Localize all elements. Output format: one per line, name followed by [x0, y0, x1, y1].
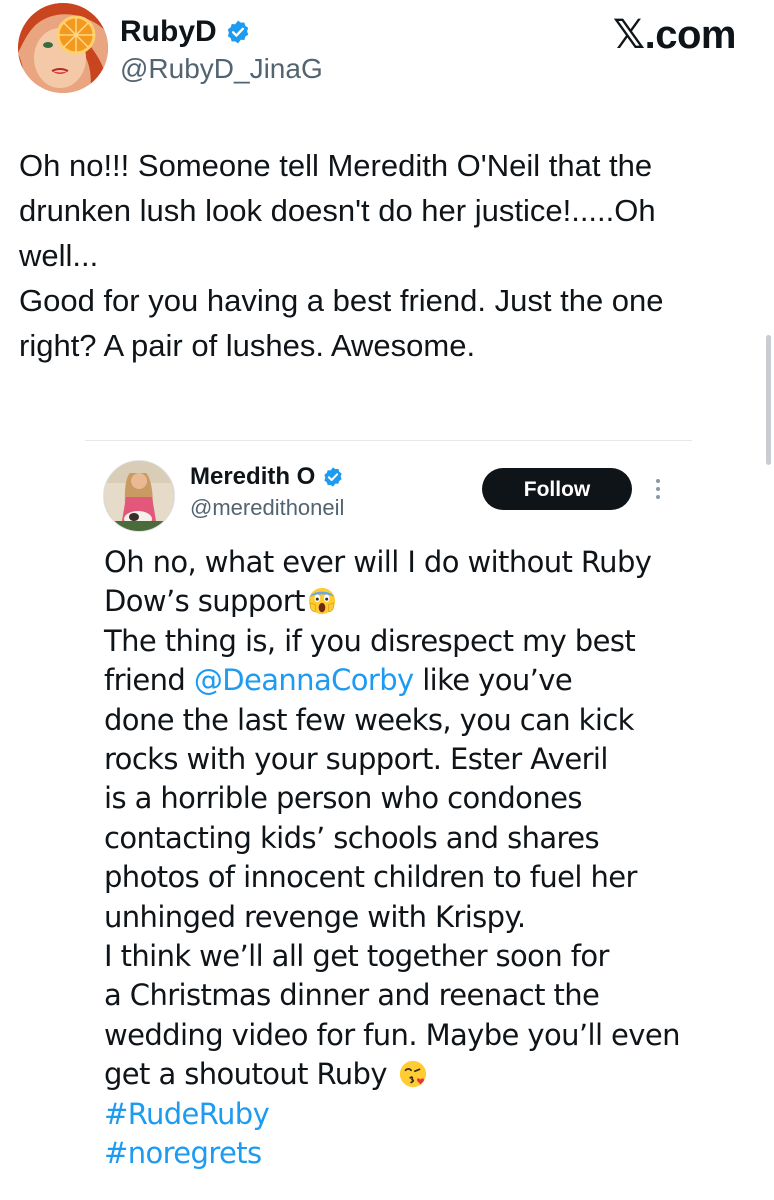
quote-line: a Christmas dinner and reenact the — [104, 978, 600, 1013]
main-tweet-line: Good for you having a best friend. Just … — [19, 283, 664, 318]
quote-line: rocks with your support. Ester Averil — [104, 742, 608, 777]
quote-line: friend @DeannaCorby like you’ve — [104, 661, 744, 700]
hashtag-link[interactable]: #RudeRuby — [104, 1095, 744, 1134]
x-logo-icon: 𝕏 — [612, 12, 645, 58]
rubyd-author-handle[interactable]: @RubyD_JinaG — [120, 52, 323, 86]
divider — [85, 440, 692, 441]
rubyd-author-name[interactable]: RubyD — [120, 14, 251, 50]
quote-line-text: Dow’s support — [104, 584, 305, 619]
face-blowing-a-kiss-icon — [399, 1061, 426, 1088]
avatar-portrait-icon — [18, 3, 108, 93]
avatar-photo-icon — [104, 461, 174, 531]
quote-line: done the last few weeks, you can kick — [104, 702, 634, 737]
quote-line: I think we’ll all get together soon for — [104, 939, 609, 974]
quote-line: wedding video for fun. Maybe you’ll even — [104, 1017, 680, 1052]
tweet-screenshot: RubyD @RubyD_JinaG 𝕏.com Oh no!!! Someon… — [0, 0, 774, 1200]
verified-badge-icon — [324, 467, 342, 487]
brand-suffix: .com — [644, 13, 737, 57]
quote-line-text: friend — [104, 663, 194, 698]
hashtag-link[interactable]: #noregrets — [104, 1134, 744, 1173]
quote-line: The thing is, if you disrespect my best — [104, 623, 636, 658]
quote-line: Oh no, what ever will I do without Ruby — [104, 545, 652, 579]
main-tweet-line: well... — [19, 238, 99, 273]
quote-author-name-text[interactable]: Meredith O — [190, 462, 315, 492]
mention-link[interactable]: @DeannaCorby — [194, 663, 414, 697]
quote-line: Dow’s support — [104, 582, 744, 621]
quote-line: get a shoutout Ruby — [104, 1055, 744, 1094]
main-tweet-line: drunken lush look doesn't do her justice… — [19, 193, 656, 228]
quote-line: unhinged revenge with Krispy. — [104, 899, 526, 934]
quote-line: contacting kids’ schools and shares — [104, 820, 600, 855]
more-options-icon[interactable] — [648, 472, 668, 506]
author-name-text[interactable]: RubyD — [120, 14, 217, 50]
x-com-watermark: 𝕏.com — [612, 12, 737, 58]
verified-badge-icon — [227, 20, 248, 44]
rubyd-avatar[interactable] — [18, 3, 108, 93]
meredith-avatar[interactable] — [103, 460, 175, 532]
main-tweet-line: right? A pair of lushes. Awesome. — [19, 328, 476, 363]
quote-line: is a horrible person who condones — [104, 781, 582, 816]
quoted-tweet-text: Oh no, what ever will I do without Ruby … — [104, 543, 744, 1174]
quote-line: photos of innocent children to fuel her — [104, 860, 637, 895]
meredith-author-handle[interactable]: @meredithoneil — [190, 494, 344, 522]
scrollbar[interactable] — [766, 335, 771, 465]
more-dot — [656, 479, 660, 483]
more-dot — [656, 495, 660, 499]
main-tweet-text: Oh no!!! Someone tell Meredith O'Neil th… — [19, 143, 739, 368]
quote-line-text: get a shoutout Ruby — [104, 1057, 396, 1092]
follow-button[interactable]: Follow — [482, 468, 632, 510]
face-screaming-in-fear-icon — [308, 588, 336, 615]
main-tweet-line: Oh no!!! Someone tell Meredith O'Neil th… — [19, 148, 653, 183]
meredith-author-name[interactable]: Meredith O — [190, 462, 344, 492]
quote-line-text: like you’ve — [413, 663, 573, 698]
more-dot — [656, 487, 660, 491]
